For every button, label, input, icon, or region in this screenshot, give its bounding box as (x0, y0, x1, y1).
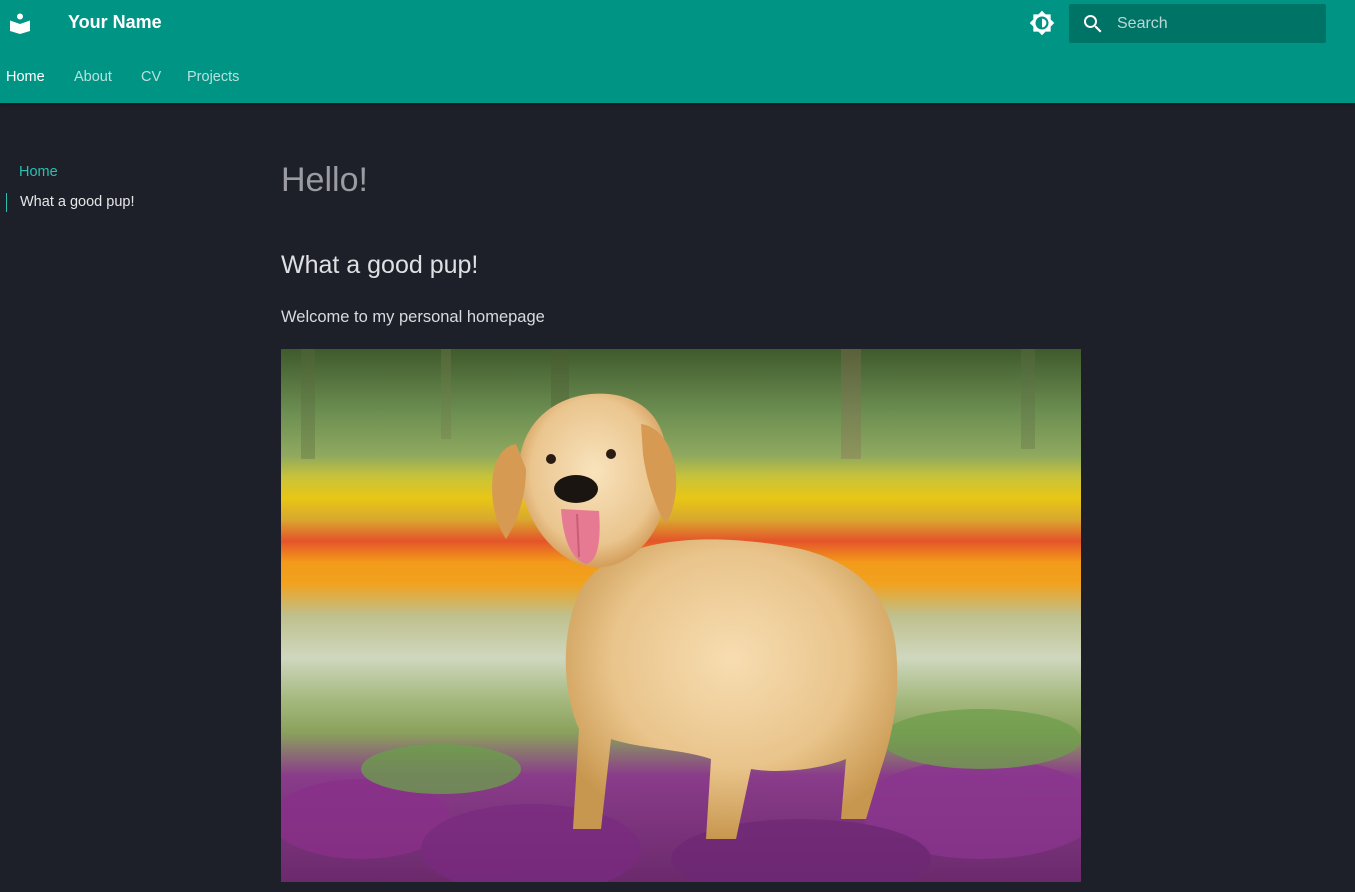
brightness-icon[interactable] (1029, 10, 1055, 36)
tab-cv[interactable]: CV (141, 69, 161, 85)
search-input[interactable] (1117, 4, 1317, 43)
tab-about[interactable]: About (74, 69, 112, 85)
toc-title-home[interactable]: Home (19, 164, 58, 180)
book-reader-icon[interactable] (8, 11, 32, 35)
search-box[interactable] (1069, 4, 1326, 43)
welcome-paragraph: Welcome to my personal homepage (281, 308, 545, 326)
site-title[interactable]: Your Name (68, 11, 162, 33)
section-heading: What a good pup! (281, 251, 479, 279)
tab-projects[interactable]: Projects (187, 69, 239, 85)
search-icon[interactable] (1081, 12, 1105, 36)
toc-item-good-pup[interactable]: What a good pup! (6, 193, 134, 212)
dog-illustration (281, 349, 1081, 882)
dog-photo (281, 349, 1081, 882)
site-header: Your Name Home About CV Projects (0, 0, 1355, 103)
page-title: Hello! (281, 161, 368, 199)
tab-home[interactable]: Home (6, 69, 45, 85)
